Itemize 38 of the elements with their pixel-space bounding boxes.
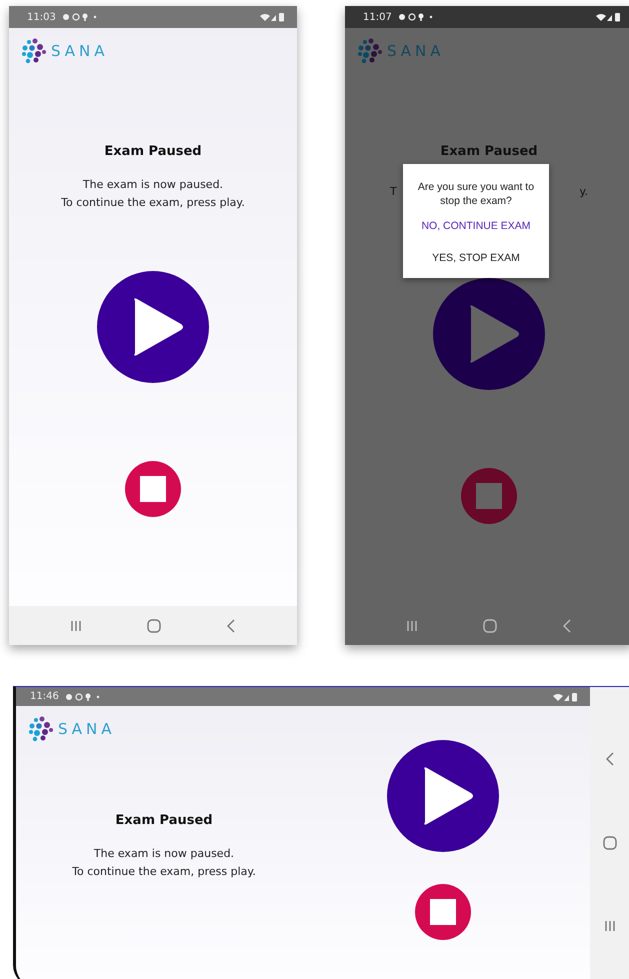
recents-icon[interactable] [70,620,82,632]
screen-title: Exam Paused [104,144,202,160]
stop-button[interactable] [125,461,181,517]
message-fragment: T [390,185,397,200]
back-icon[interactable] [226,618,236,632]
signal-battery-icons [259,12,285,22]
message-line: The exam is now paused. [82,177,224,193]
home-icon[interactable] [482,618,497,632]
stop-button[interactable] [415,884,471,940]
play-button[interactable] [387,740,499,852]
logo-text: SANA [387,42,445,60]
status-time: 11:46 [30,691,59,702]
screen-title: Exam Paused [440,144,538,160]
stop-button[interactable] [461,468,517,524]
logo-text: SANA [51,42,109,60]
recents-icon[interactable] [604,920,616,932]
back-icon[interactable] [562,618,572,632]
dialog-question: Are you sure you want to stop the exam? [416,180,536,208]
logo-text: SANA [58,720,116,738]
signal-battery-icons [595,12,621,22]
recents-icon[interactable] [406,620,418,632]
home-icon[interactable] [146,618,161,632]
status-time: 11:07 [363,12,392,22]
dialog-button[interactable]: NO, CONTINUE EXAM [417,212,535,240]
screen-title: Exam Paused [115,813,213,829]
message-line: To continue the exam, press play. [72,864,256,880]
play-button[interactable] [97,271,209,383]
message-fragment: y. [580,185,588,200]
dialog-button[interactable]: YES, STOP EXAM [428,244,524,272]
signal-battery-icons [552,692,578,702]
message-line: The exam is now paused. [92,846,236,862]
status-time: 11:03 [27,12,56,22]
logo-icon [357,38,383,64]
message-line: To continue the exam, press play. [61,195,245,211]
home-icon[interactable] [603,836,617,850]
logo-icon [21,38,47,64]
logo-icon [28,716,54,742]
back-icon[interactable] [605,752,615,766]
